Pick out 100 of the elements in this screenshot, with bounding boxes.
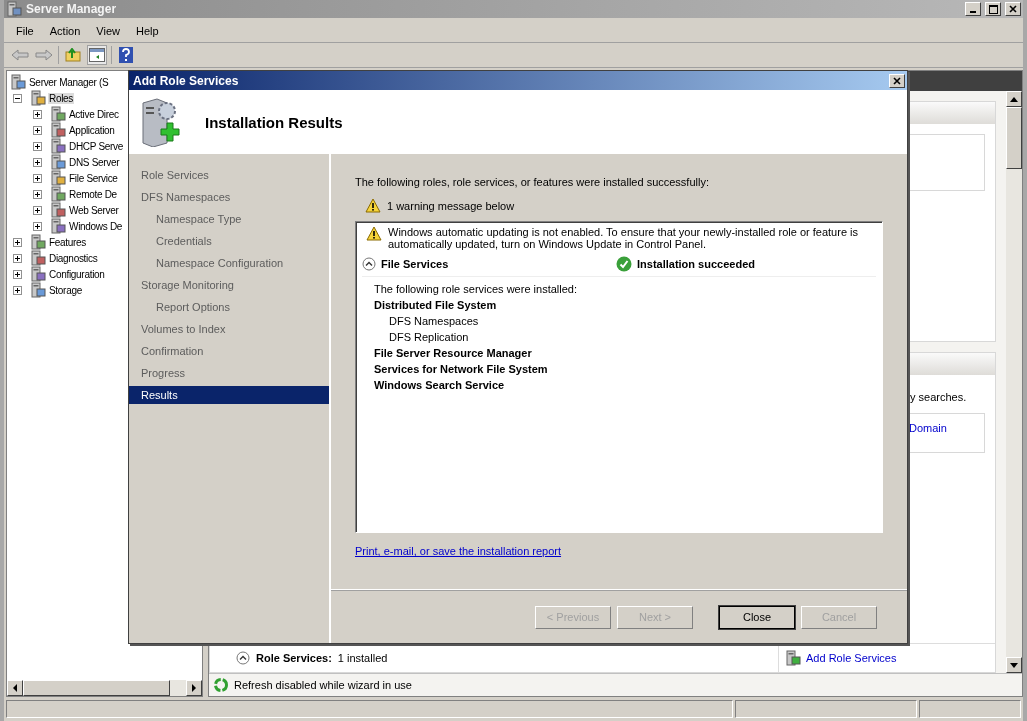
menu-item[interactable]: Help [127,25,167,37]
expand-icon[interactable] [33,125,42,135]
server-icon [10,74,26,90]
wizard-step[interactable]: Confirmation [129,342,329,360]
tree-item[interactable]: Storage [48,284,83,296]
intro-text: The following roles, role services, or features were installed successfully: [355,176,710,188]
wizard-step[interactable]: Namespace Configuration [129,254,329,272]
report-link[interactable]: Print, e-mail, or save the installation report [355,545,562,557]
domain-link[interactable]: Domain [909,422,947,434]
role-service: Services for Network File System [374,362,549,377]
server-icon [30,282,46,298]
scroll-right-button[interactable] [186,680,202,696]
expand-icon[interactable] [33,173,42,183]
server-icon [50,154,66,170]
server-icon [50,218,66,234]
check-icon [616,256,632,272]
wizard-step[interactable]: Credentials [129,232,329,250]
left-arrow-icon [12,684,18,692]
description-text: y searches. [910,391,967,403]
role-service: DFS Replication [388,330,470,345]
role-service: DFS Namespaces [388,314,480,329]
collapse-icon[interactable] [236,651,250,665]
tree-item[interactable]: DNS Server [68,156,121,168]
services-intro: The following role services were installed: [374,282,578,297]
expand-icon[interactable] [13,253,22,263]
role-count: 1 installed [337,652,389,664]
role-service: File Server Resource Manager [374,346,533,361]
pane-toggle-button[interactable] [87,45,107,65]
menu-item[interactable]: File [8,25,42,37]
warning-icon [365,198,381,213]
wizard-step[interactable]: DFS Namespaces [129,188,329,206]
tree-item[interactable]: Windows De [68,220,124,232]
wizard-step[interactable]: Progress [129,364,329,382]
role-service: Windows Search Service [374,378,506,393]
expand-icon[interactable] [33,205,42,215]
server-icon [30,90,46,106]
warning-message: Windows automatic updating is not enabled. To ensure that your newly-installed role or feature is automatically updated, turn on Windows Update in Control Panel. [388,226,859,250]
wizard-step[interactable]: Storage Monitoring [129,276,329,294]
tree-item[interactable]: File Service [68,172,119,184]
minimize-button[interactable] [965,2,981,16]
horizontal-scrollbar[interactable] [7,680,202,696]
section-title: Role Services: [256,652,332,664]
server-icon [50,122,66,138]
maximize-button[interactable] [985,2,1001,16]
tree-item[interactable]: Diagnostics [48,252,99,264]
wizard-button[interactable]: Close [719,605,795,629]
server-icon [50,138,66,154]
close-button[interactable] [1005,2,1021,16]
scroll-thumb[interactable] [23,680,170,696]
refresh-status: Refresh disabled while wizard in use [234,679,412,691]
expand-icon[interactable] [13,237,22,247]
tree-item[interactable]: Application [68,124,116,136]
vertical-scrollbar[interactable] [1006,91,1022,673]
scroll-left-button[interactable] [7,680,23,696]
server-icon [50,106,66,122]
expand-icon[interactable] [33,157,42,167]
expand-icon[interactable] [33,109,42,119]
expand-icon[interactable] [13,269,22,279]
server-icon [50,202,66,218]
window-title: Server Manager [26,2,118,16]
tree-item[interactable]: DHCP Serve [68,140,125,152]
collapse-icon[interactable] [362,257,376,271]
dialog-title: Add Role Services [133,73,240,88]
scroll-thumb[interactable] [1006,107,1022,169]
menu-item[interactable]: View [88,25,128,37]
wizard-step[interactable]: Results [129,386,329,404]
tree-item[interactable]: Active Direc [68,108,120,120]
wizard-step[interactable]: Namespace Type [129,210,329,228]
server-icon [30,234,46,250]
close-button[interactable] [889,73,905,88]
add-role-services-link[interactable]: Add Role Services [806,652,897,664]
tree-item[interactable]: Features [48,236,88,248]
expand-icon[interactable] [33,221,42,231]
role-name: File Services [381,258,450,270]
expand-icon[interactable] [33,189,42,199]
maximize-icon [988,4,998,14]
server-icon [30,266,46,282]
right-arrow-icon [191,684,197,692]
folder-up-button[interactable] [63,45,83,65]
tree-item[interactable]: Web Server [68,204,120,216]
wizard-step[interactable]: Volumes to Index [129,320,329,338]
tree-item[interactable]: Server Manager (S [28,76,110,88]
server-icon [785,650,801,666]
expand-icon[interactable] [13,285,22,295]
tree-item[interactable]: Roles [48,92,75,104]
menu-item[interactable]: Action [41,25,89,37]
server-icon [50,186,66,202]
wizard-step[interactable]: Role Services [129,166,329,184]
scroll-down-button[interactable] [1006,657,1022,673]
wizard-step[interactable]: Report Options [129,298,329,316]
role-service: Distributed File System [374,298,498,313]
close-icon [893,76,901,85]
expand-icon[interactable] [33,141,42,151]
warning-icon [366,226,382,241]
warning-summary: 1 warning message below [387,199,515,212]
collapse-icon[interactable] [13,93,22,103]
scroll-up-button[interactable] [1006,91,1022,107]
help-button[interactable] [116,45,136,65]
tree-item[interactable]: Configuration [48,268,106,280]
tree-item[interactable]: Remote De [68,188,118,200]
